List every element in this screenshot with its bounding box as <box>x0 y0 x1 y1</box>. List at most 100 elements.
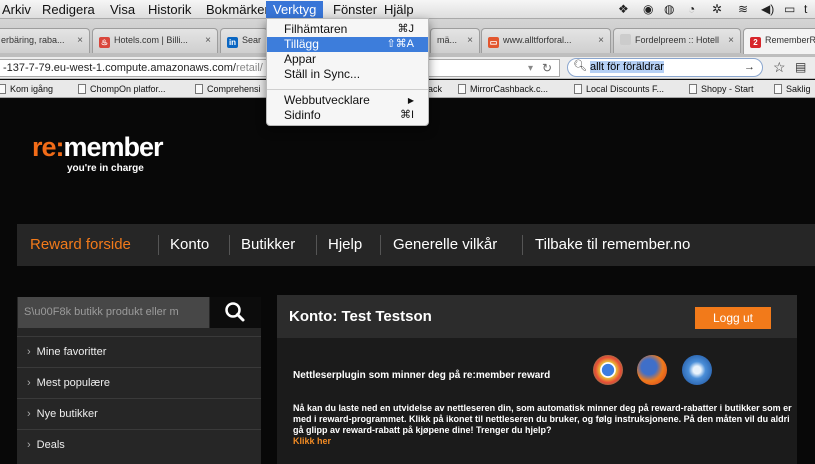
nav-reward-forside[interactable]: Reward forside <box>30 224 131 266</box>
wifi-icon[interactable]: ≋ <box>738 2 748 16</box>
web-page: re:member you're in charge Reward forsid… <box>0 99 815 464</box>
tab-4[interactable]: mä... × <box>430 28 480 53</box>
bookmark-item[interactable]: Kom igång <box>0 83 53 95</box>
bookmark-star-icon[interactable]: ☆ <box>773 59 786 76</box>
menu-redigera[interactable]: Redigera <box>40 1 97 18</box>
reload-icon[interactable]: ↻ <box>542 60 552 77</box>
page-icon <box>574 84 582 94</box>
account-panel: Konto: Test Testson Logg ut Nettleserplu… <box>277 295 797 464</box>
nav-konto[interactable]: Konto <box>170 224 209 266</box>
page-title: Konto: Test Testson <box>289 308 432 325</box>
page-favicon-icon <box>620 34 631 45</box>
nav-divider <box>229 235 230 255</box>
bookmark-item[interactable]: ChompOn platfor... <box>78 83 166 95</box>
tab-label: Hotels.com | Billi... <box>114 35 188 45</box>
tab-2[interactable]: ♨ Hotels.com | Billi... × <box>92 28 218 53</box>
shop-search-input[interactable]: S\u00F8k butikk produkt eller m <box>18 297 209 328</box>
page-icon <box>689 84 697 94</box>
hotels-favicon-icon: ♨ <box>99 37 110 48</box>
tab-active[interactable]: 2 RememberR <box>743 28 815 54</box>
safari-icon[interactable] <box>682 355 712 385</box>
menu-historik[interactable]: Historik <box>146 1 193 18</box>
menu-separator <box>267 89 428 90</box>
menu-item-sync[interactable]: Ställ in Sync... <box>267 67 428 82</box>
account-header: Konto: Test Testson Logg ut <box>277 295 797 338</box>
close-icon[interactable]: × <box>728 29 734 52</box>
sidebar-item-populaere[interactable]: › Mest populære <box>17 367 261 398</box>
sidebar-item-nye-butikker[interactable]: › Nye butikker <box>17 398 261 429</box>
sidebar-item-deals[interactable]: › Deals <box>17 429 261 460</box>
menu-hjalp[interactable]: Hjälp <box>382 1 416 18</box>
tools-menu: Filhämtaren ⌘J Tillägg ⇧⌘A Appar Ställ in … <box>266 18 429 126</box>
dropdown-arrow-icon[interactable]: ▾ <box>528 60 533 77</box>
close-icon[interactable]: × <box>598 29 604 52</box>
screen: Arkiv Redigera Visa Historik Bokmärken V… <box>0 0 815 464</box>
menu-item-sidinfo[interactable]: Sidinfo ⌘I <box>267 108 428 123</box>
search-icon: 🔍︎ <box>573 60 587 72</box>
page-icon <box>195 84 203 94</box>
menu-item-tillagg[interactable]: Tillägg ⇧⌘A <box>267 37 428 52</box>
nav-generelle-vilkar[interactable]: Generelle vilkår <box>393 224 497 266</box>
url-text: -137-7-79.eu-west-1.compute.amazonaws.co… <box>3 62 236 74</box>
menu-fonster[interactable]: Fönster <box>331 1 379 18</box>
firefox-icon[interactable] <box>637 355 667 385</box>
close-icon[interactable]: × <box>467 29 473 52</box>
go-arrow-icon[interactable]: → <box>744 59 755 76</box>
tab-label: mä... <box>437 35 458 45</box>
menu-item-webbutvecklare[interactable]: Webbutvecklare ▶ <box>267 93 428 108</box>
bookmark-item[interactable]: MirrorCashback.c... <box>458 83 548 95</box>
chevron-right-icon: › <box>27 346 31 358</box>
close-icon[interactable]: × <box>77 29 83 52</box>
tab-3[interactable]: in Sear <box>220 28 268 53</box>
volume-icon[interactable]: ◀) <box>761 2 774 16</box>
help-link[interactable]: Klikk her <box>293 436 331 446</box>
nav-divider <box>158 235 159 255</box>
tab-1[interactable]: erbäring, raba... × <box>0 28 90 53</box>
tab-5[interactable]: ▭ www.alltforforal... × <box>481 28 611 53</box>
submenu-arrow-icon: ▶ <box>407 96 414 105</box>
menu-verktyg[interactable]: Verktyg <box>266 1 324 18</box>
search-input[interactable]: allt för föräldrar <box>590 61 664 73</box>
logout-button[interactable]: Logg ut <box>695 307 771 329</box>
chevron-right-icon: › <box>27 377 31 389</box>
chrome-icon[interactable] <box>593 355 623 385</box>
menu-item-filhamtaren[interactable]: Filhämtaren ⌘J <box>267 22 428 37</box>
menu-bokmarken[interactable]: Bokmärken <box>204 1 274 18</box>
close-icon[interactable]: × <box>205 29 211 52</box>
sync-icon[interactable]: ◍ <box>664 2 674 16</box>
sidebar-item-favoritter[interactable]: › Mine favoritter <box>17 336 261 367</box>
search-box[interactable]: 🔍︎ allt för föräldrar → <box>567 58 763 77</box>
bookmark-item[interactable]: Local Discounts F... <box>574 83 664 95</box>
tab-6[interactable]: Fordelpreem :: Hotell × <box>613 28 741 53</box>
nav-divider <box>522 235 523 255</box>
plugin-description: Nå kan du laste ned en utvidelse av nett… <box>293 403 792 446</box>
bookmark-item[interactable]: Saklig <box>774 83 811 95</box>
nav-tilbake[interactable]: Tilbake til remember.no <box>535 224 690 266</box>
tab-label: RememberR <box>765 35 815 45</box>
chevron-right-icon: › <box>27 439 31 451</box>
dropbox-icon[interactable]: ❖ <box>618 2 629 16</box>
bookmark-item[interactable]: Comprehensi <box>195 83 261 95</box>
menubar-clock-partial: t <box>804 2 808 16</box>
menu-arkiv[interactable]: Arkiv <box>0 1 33 18</box>
remember-logo[interactable]: re:member <box>32 132 164 163</box>
bookmarks-menu-icon[interactable]: ▤ <box>795 60 806 74</box>
bluetooth-icon[interactable]: ✲ <box>712 2 722 16</box>
nav-butikker[interactable]: Butikker <box>241 224 295 266</box>
bookmark-item[interactable]: ack <box>428 83 442 95</box>
page-icon <box>774 84 782 94</box>
tab-label: Sear <box>242 35 262 45</box>
nav-hjelp[interactable]: Hjelp <box>328 224 362 266</box>
shop-search-button[interactable] <box>210 297 261 328</box>
menu-item-appar[interactable]: Appar <box>267 52 428 67</box>
status-circle-icon[interactable]: ◉ <box>643 2 653 16</box>
battery-icon[interactable]: ▭ <box>784 2 795 16</box>
logo-tagline: you're in charge <box>67 163 144 174</box>
page-icon <box>78 84 86 94</box>
menu-visa[interactable]: Visa <box>108 1 137 18</box>
bookmark-item[interactable]: Shopy - Start <box>689 83 754 95</box>
search-icon <box>225 302 245 322</box>
linkedin-favicon-icon: in <box>227 37 238 48</box>
time-machine-icon[interactable]: ◔ <box>688 2 695 16</box>
remember-favicon-icon: 2 <box>750 37 761 48</box>
